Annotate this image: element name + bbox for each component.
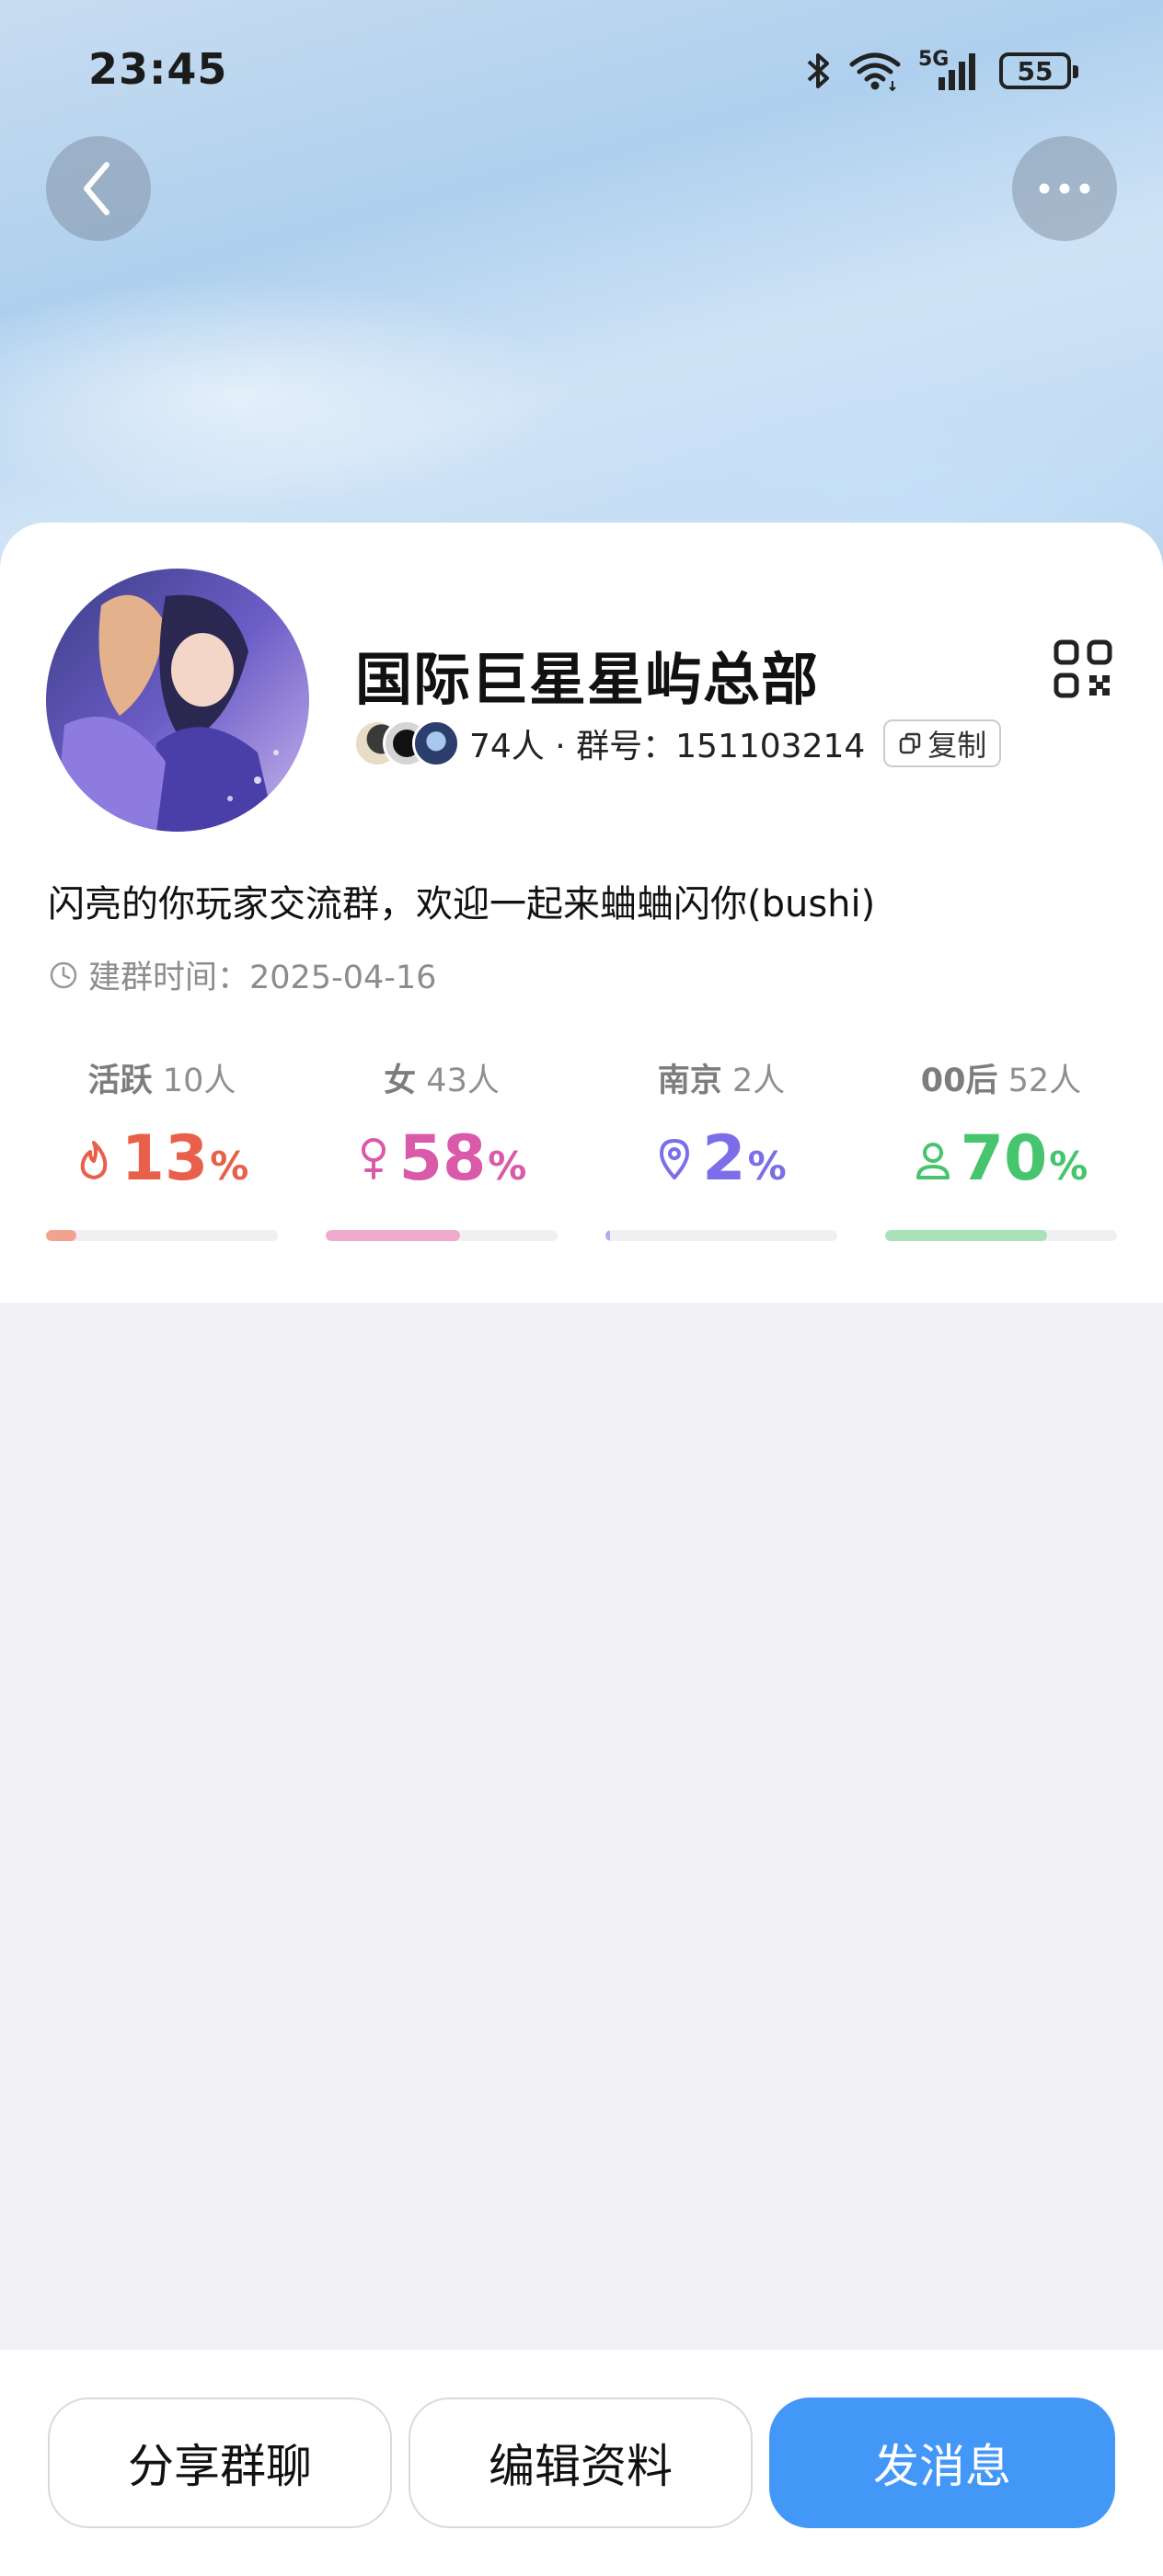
group-meta-row: 74人 · 群号：151103214 复制 xyxy=(353,716,1002,771)
female-icon xyxy=(361,1138,386,1179)
location-pin-icon xyxy=(660,1139,690,1179)
created-date-text: 建群时间：2025-04-16 xyxy=(88,960,437,996)
stat-value: 2% xyxy=(605,1128,837,1190)
stat-bar-fill xyxy=(326,1230,461,1241)
send-message-button[interactable]: 发消息 xyxy=(769,2398,1115,2528)
member-stats: 活跃 10人 13% 女 43人 58% 南京 2人 2% 00后 52人 70… xyxy=(46,1054,1117,1241)
copy-label: 复制 xyxy=(927,728,987,763)
stat-label: 南京 2人 xyxy=(657,1063,786,1099)
signal-icon: 5G xyxy=(918,48,983,92)
battery-icon: 55 xyxy=(999,52,1078,89)
flame-icon xyxy=(80,1141,107,1179)
stat-active[interactable]: 活跃 10人 13% xyxy=(46,1054,278,1241)
share-group-button[interactable]: 分享群聊 xyxy=(48,2398,392,2528)
stat-value: 13% xyxy=(46,1128,278,1190)
stat-bar-fill xyxy=(885,1230,1048,1241)
battery-level: 55 xyxy=(1017,55,1054,86)
stat-bar-fill xyxy=(605,1230,611,1241)
status-icons: 5G 55 xyxy=(804,48,1078,94)
status-bar: 23:45 5G 55 xyxy=(0,0,1163,147)
status-time: 23:45 xyxy=(88,44,228,94)
stat-label: 00后 52人 xyxy=(920,1063,1082,1099)
stat-label: 女 43人 xyxy=(384,1063,500,1099)
stat-bar xyxy=(885,1230,1117,1241)
qr-code-button[interactable] xyxy=(1051,637,1115,705)
stat-bar xyxy=(326,1230,558,1241)
stat-female[interactable]: 女 43人 58% xyxy=(326,1054,558,1241)
group-avatar[interactable] xyxy=(46,569,309,832)
stat-bar xyxy=(46,1230,278,1241)
chevron-left-icon xyxy=(84,162,109,215)
person-icon xyxy=(915,1143,950,1179)
group-description: 闪亮的你玩家交流群，欢迎一起来蛐蛐闪你(bushi) xyxy=(48,883,876,926)
stat-bar-fill xyxy=(46,1230,76,1241)
edit-profile-button[interactable]: 编辑资料 xyxy=(409,2398,753,2528)
bluetooth-icon xyxy=(807,53,829,88)
more-button[interactable] xyxy=(1012,136,1117,241)
stat-value: 70% xyxy=(885,1128,1117,1190)
stat-value: 58% xyxy=(326,1128,558,1190)
member-count-and-id: 74人 · 群号：151103214 xyxy=(469,728,866,765)
stat-label: 活跃 10人 xyxy=(87,1063,236,1099)
clock-icon xyxy=(50,961,77,988)
copy-id-button[interactable]: 复制 xyxy=(883,719,1002,767)
qr-code-icon xyxy=(1054,639,1112,698)
back-button[interactable] xyxy=(46,136,151,241)
group-name: 国际巨星星屿总部 xyxy=(355,646,820,713)
member-avatars[interactable] xyxy=(353,719,460,767)
more-dots-icon xyxy=(1039,183,1090,194)
copy-icon xyxy=(900,732,921,754)
stat-bar xyxy=(605,1230,837,1241)
stat-location[interactable]: 南京 2人 2% xyxy=(605,1054,837,1241)
stat-age[interactable]: 00后 52人 70% xyxy=(885,1054,1117,1241)
wifi-icon xyxy=(849,52,901,92)
created-date: 建群时间：2025-04-16 xyxy=(48,951,436,998)
member-avatar xyxy=(412,719,460,767)
